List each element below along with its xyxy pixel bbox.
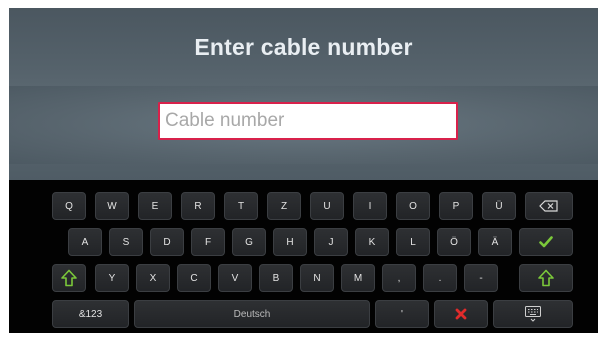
onscreen-keyboard: Q W E R T Z U I O P Ü A S D F G H J K L … — [9, 180, 598, 333]
keyboard-hide-icon — [524, 305, 542, 323]
key-a-umlaut[interactable]: Ä — [478, 228, 512, 256]
key-z[interactable]: Z — [267, 192, 301, 220]
key-e[interactable]: E — [138, 192, 172, 220]
backspace-key[interactable] — [525, 192, 573, 220]
key-f[interactable]: F — [191, 228, 225, 256]
key-u[interactable]: U — [310, 192, 344, 220]
key-t[interactable]: T — [224, 192, 258, 220]
key-s[interactable]: S — [109, 228, 143, 256]
checkmark-icon — [539, 236, 553, 248]
shift-key-right[interactable] — [519, 264, 573, 292]
dialog-title: Enter cable number — [194, 34, 413, 60]
key-k[interactable]: K — [355, 228, 389, 256]
screen: Enter cable number Q W E R T Z U I O P Ü… — [9, 8, 598, 333]
hide-keyboard-key[interactable] — [493, 300, 573, 328]
cable-number-input[interactable] — [158, 102, 458, 140]
key-a[interactable]: A — [68, 228, 102, 256]
key-u-umlaut[interactable]: Ü — [482, 192, 516, 220]
key-h[interactable]: H — [273, 228, 307, 256]
symbols-key[interactable]: &123 — [52, 300, 129, 328]
key-hyphen[interactable]: - — [464, 264, 498, 292]
key-apostrophe[interactable]: ' — [375, 300, 429, 328]
shift-arrow-icon — [61, 269, 77, 287]
key-m[interactable]: M — [341, 264, 375, 292]
backspace-icon — [539, 200, 559, 212]
key-j[interactable]: J — [314, 228, 348, 256]
key-y[interactable]: Y — [95, 264, 129, 292]
key-o[interactable]: O — [396, 192, 430, 220]
key-q[interactable]: Q — [52, 192, 86, 220]
key-l[interactable]: L — [396, 228, 430, 256]
cross-icon — [455, 308, 467, 320]
key-c[interactable]: C — [177, 264, 211, 292]
key-n[interactable]: N — [300, 264, 334, 292]
key-period[interactable]: . — [423, 264, 457, 292]
confirm-key[interactable] — [519, 228, 573, 256]
shift-arrow-icon — [538, 269, 554, 287]
key-g[interactable]: G — [232, 228, 266, 256]
key-v[interactable]: V — [218, 264, 252, 292]
key-o-umlaut[interactable]: Ö — [437, 228, 471, 256]
cancel-key[interactable] — [434, 300, 488, 328]
key-r[interactable]: R — [181, 192, 215, 220]
space-bar[interactable]: Deutsch — [134, 300, 370, 328]
key-comma[interactable]: , — [382, 264, 416, 292]
shift-key-left[interactable] — [52, 264, 86, 292]
key-x[interactable]: X — [136, 264, 170, 292]
key-p[interactable]: P — [439, 192, 473, 220]
key-w[interactable]: W — [95, 192, 129, 220]
key-b[interactable]: B — [259, 264, 293, 292]
key-d[interactable]: D — [150, 228, 184, 256]
key-i[interactable]: I — [353, 192, 387, 220]
